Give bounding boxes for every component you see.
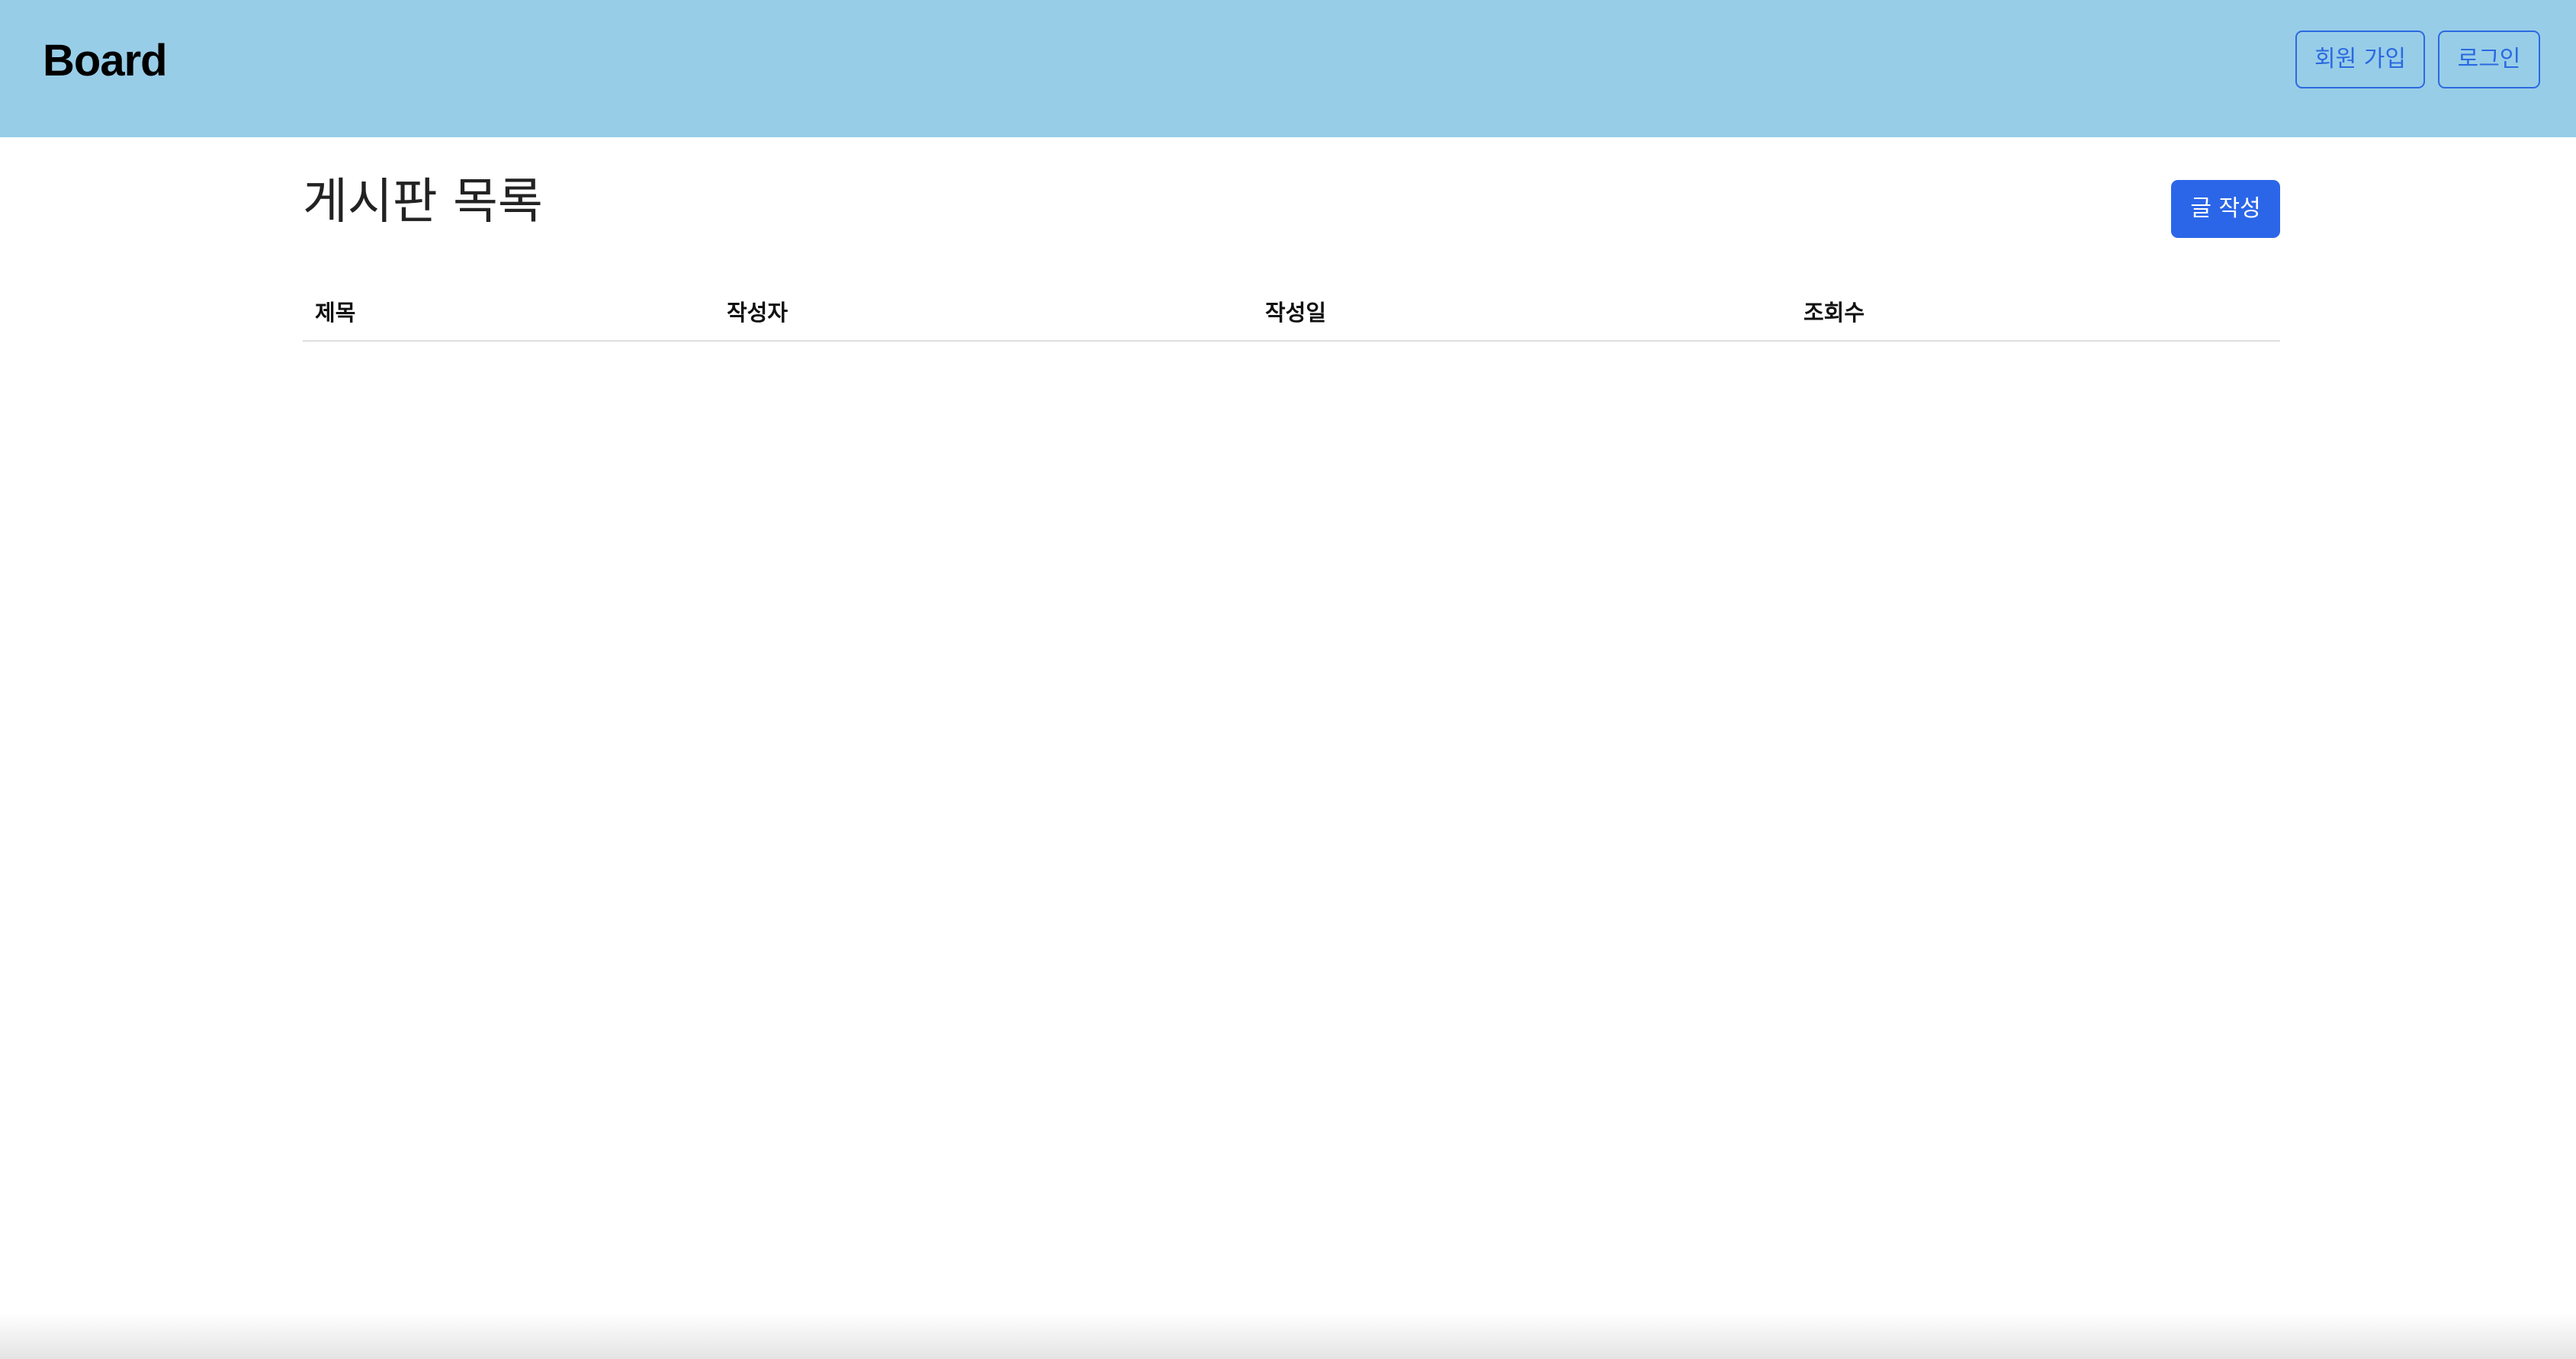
- column-header-views: 조회수: [1791, 282, 2280, 342]
- top-navbar: Board 회원 가입 로그인: [0, 0, 2576, 137]
- column-header-date: 작성일: [1253, 282, 1791, 342]
- login-button[interactable]: 로그인: [2438, 31, 2540, 88]
- page: Board 회원 가입 로그인 게시판 목록 글 작성 제목 작성자 작성일 조…: [0, 0, 2576, 1359]
- column-header-author: 작성자: [715, 282, 1253, 342]
- brand-logo[interactable]: Board: [43, 34, 168, 88]
- write-post-button[interactable]: 글 작성: [2171, 180, 2280, 238]
- table-header: 제목 작성자 작성일 조회수: [303, 282, 2280, 342]
- board-table: 제목 작성자 작성일 조회수: [303, 282, 2280, 342]
- table-header-row: 제목 작성자 작성일 조회수: [303, 282, 2280, 342]
- page-title: 게시판 목록: [303, 174, 543, 230]
- bottom-shadow: [0, 1313, 2576, 1359]
- signup-button[interactable]: 회원 가입: [2295, 31, 2425, 88]
- column-header-title: 제목: [303, 282, 715, 342]
